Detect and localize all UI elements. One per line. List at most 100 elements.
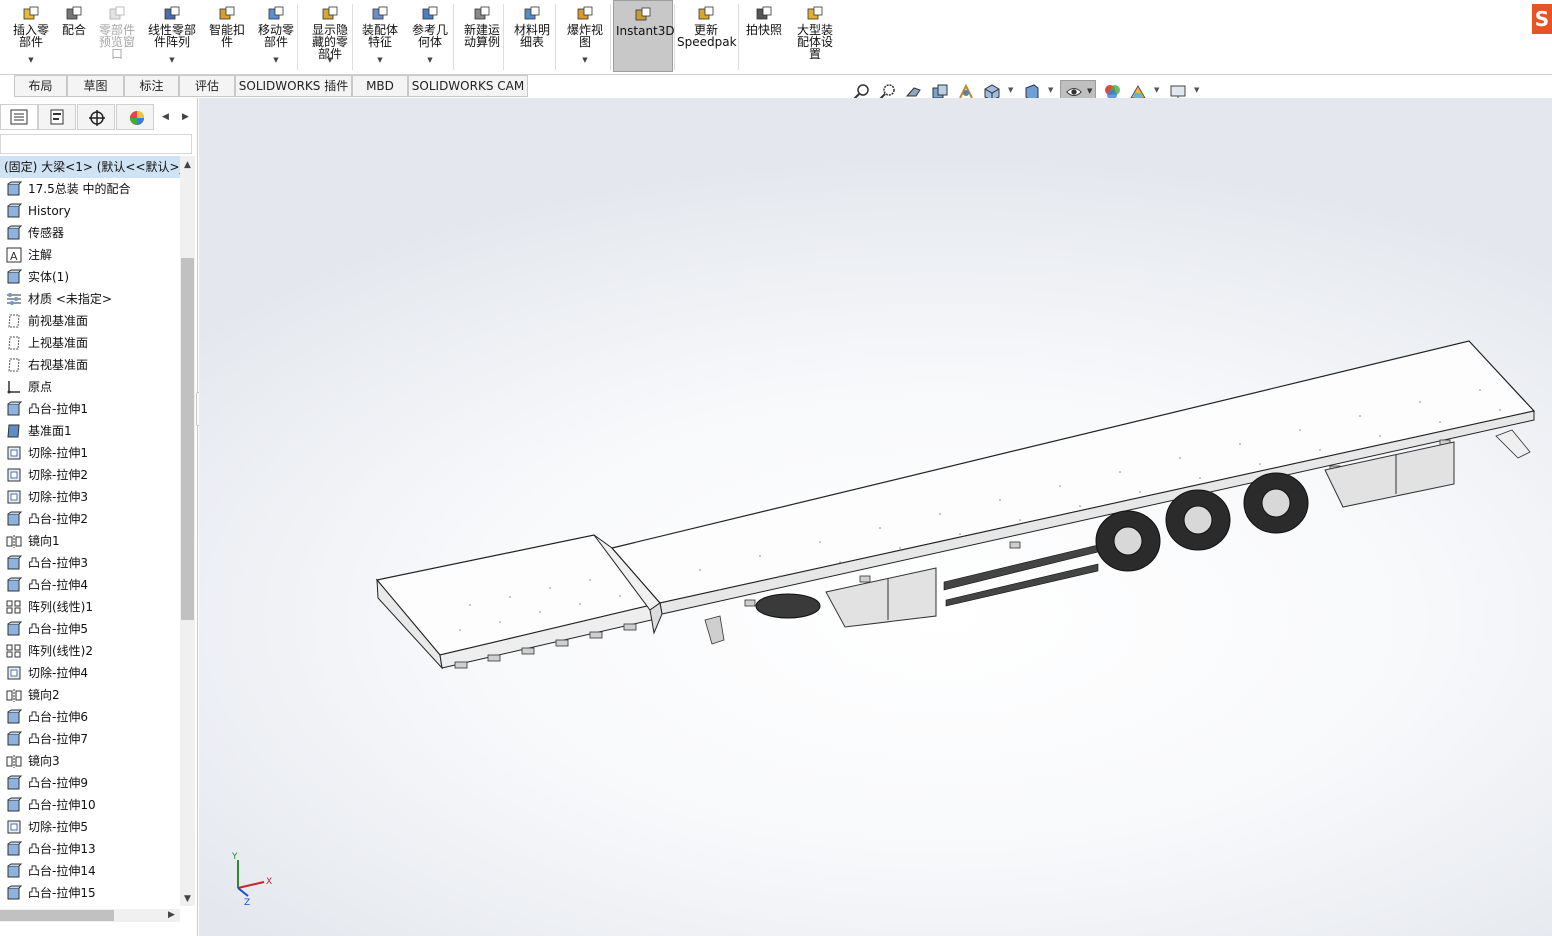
ribbon-separator [610, 4, 611, 70]
tree-node[interactable]: 传感器 [0, 222, 180, 244]
tree-node[interactable]: 阵列(线性)1 [0, 596, 180, 618]
tab-scroll-right-icon[interactable]: ▶ [182, 112, 189, 122]
tab-1[interactable]: 草图 [67, 75, 124, 97]
tree-node[interactable]: 镜向3 [0, 750, 180, 772]
snapshot-button[interactable]: 拍快照 [740, 0, 788, 72]
tree-node[interactable]: 切除-拉伸4 [0, 662, 180, 684]
tree-node[interactable]: 凸台-拉伸5 [0, 618, 180, 640]
move-component-dropdown-icon[interactable]: ▼ [273, 54, 278, 66]
tree-vertical-scroll-thumb[interactable] [181, 258, 194, 620]
view-orientation-dropdown-icon[interactable]: ▼ [1008, 86, 1013, 94]
linear-pattern-button[interactable]: 线性零部 件阵列 ▼ [142, 0, 202, 72]
tree-node[interactable]: 凸台-拉伸2 [0, 508, 180, 530]
tree-node[interactable]: 阵列(线性)2 [0, 640, 180, 662]
boss-extrude-icon [7, 863, 22, 878]
tree-node[interactable]: 切除-拉伸2 [0, 464, 180, 486]
instant3d-button[interactable]: Instant3D [613, 0, 675, 72]
assembly-features-button[interactable]: 装配体 特征 ▼ [356, 0, 404, 72]
tab-5[interactable]: MBD [352, 75, 408, 97]
tree-node[interactable]: History [0, 200, 180, 222]
tree-node-label: 17.5总装 中的配合 [28, 182, 131, 196]
configuration-manager-tab[interactable] [77, 104, 115, 130]
boss-extrude-icon [7, 775, 22, 790]
tree-node[interactable]: 原点 [0, 376, 180, 398]
display-style-dropdown-icon[interactable]: ▼ [1048, 86, 1053, 94]
insert-part-dropdown-icon[interactable]: ▼ [28, 54, 33, 66]
tree-node[interactable]: 基准面1 [0, 420, 180, 442]
linear-pattern-icon [164, 6, 180, 20]
tree-node[interactable]: 凸台-拉伸14 [0, 860, 180, 882]
move-component-button[interactable]: 移动零 部件 ▼ [252, 0, 300, 72]
display-manager-tab[interactable] [116, 104, 154, 130]
tree-node-label: 凸台-拉伸3 [28, 556, 88, 570]
reference-geometry-button[interactable]: 参考几 何体 ▼ [405, 0, 455, 72]
mate-label: 配合 [61, 23, 86, 37]
tree-node[interactable]: 切除-拉伸1 [0, 442, 180, 464]
tree-node-label: 凸台-拉伸15 [28, 886, 96, 900]
tree-node[interactable]: 镜向1 [0, 530, 180, 552]
tab-6[interactable]: SOLIDWORKS CAM [408, 75, 528, 97]
linear-pattern-icon [6, 600, 21, 614]
trailer-3d-model[interactable] [199, 98, 1552, 936]
tree-node[interactable]: 实体(1) [0, 266, 180, 288]
component-preview-button[interactable]: 零部件 预览窗 口 [94, 0, 140, 72]
exploded-view-button[interactable]: 爆炸视 图 ▼ [560, 0, 610, 72]
triad-x-label: X [266, 877, 272, 887]
tree-node[interactable]: 17.5总装 中的配合 [0, 178, 180, 200]
scroll-down-icon[interactable]: ▼ [184, 894, 191, 904]
graphics-area[interactable] [199, 98, 1552, 936]
tree-node[interactable]: A 注解 [0, 244, 180, 266]
tree-node[interactable]: 凸台-拉伸13 [0, 838, 180, 860]
tab-2[interactable]: 标注 [124, 75, 179, 97]
reference-geometry-dropdown-icon[interactable]: ▼ [427, 54, 432, 66]
assembly-features-dropdown-icon[interactable]: ▼ [377, 54, 382, 66]
show-hidden-dropdown-icon[interactable]: ▼ [327, 54, 332, 66]
tree-node[interactable]: 凸台-拉伸15 [0, 882, 180, 904]
tree-root-node[interactable]: (固定) 大梁<1> (默认<<默认>_ [0, 156, 180, 178]
tree-node[interactable]: 材质 <未指定> [0, 288, 180, 310]
tree-node-label: 切除-拉伸2 [28, 468, 88, 482]
smart-fastener-button[interactable]: 智能扣 件 [204, 0, 250, 72]
exploded-view-dropdown-icon[interactable]: ▼ [582, 54, 587, 66]
tree-node[interactable]: 右视基准面 [0, 354, 180, 376]
bom-button[interactable]: 材料明 细表 [507, 0, 557, 72]
property-manager-tab[interactable] [38, 104, 76, 130]
tree-horizontal-scroll-thumb[interactable] [0, 910, 114, 921]
tree-node[interactable]: 凸台-拉伸3 [0, 552, 180, 574]
insert-part-button[interactable]: 插入零 部件 ▼ [6, 0, 56, 72]
tree-node[interactable]: 凸台-拉伸7 [0, 728, 180, 750]
apply-scene-dropdown-icon[interactable]: ▼ [1154, 86, 1159, 94]
tree-filter-input[interactable] [0, 134, 192, 154]
tree-node[interactable]: 凸台-拉伸10 [0, 794, 180, 816]
show-hidden-button[interactable]: 显示隐 藏的零 部件 ▼ [305, 0, 355, 72]
scroll-right-icon[interactable]: ▶ [168, 910, 175, 920]
mate-button[interactable]: 配合 [56, 0, 92, 72]
tab-4[interactable]: SOLIDWORKS 插件 [235, 75, 352, 97]
tree-node[interactable]: 镜向2 [0, 684, 180, 706]
tree-node[interactable]: 上视基准面 [0, 332, 180, 354]
tree-node[interactable]: 前视基准面 [0, 310, 180, 332]
motion-study-icon [474, 6, 490, 20]
tree-node[interactable]: 凸台-拉伸6 [0, 706, 180, 728]
view-settings-dropdown-icon[interactable]: ▼ [1194, 86, 1199, 94]
new-motion-study-button[interactable]: 新建运 动算例 [458, 0, 506, 72]
linear-pattern-dropdown-icon[interactable]: ▼ [169, 54, 174, 66]
tree-node-label: 传感器 [28, 226, 65, 240]
feature-manager-tab[interactable] [0, 104, 38, 130]
tab-0[interactable]: 布局 [14, 75, 67, 97]
tab-scroll-left-icon[interactable]: ◀ [162, 112, 169, 122]
scroll-up-icon[interactable]: ▲ [184, 160, 191, 170]
update-speedpak-button[interactable]: 更新 Speedpak [675, 0, 737, 72]
plane-icon [8, 336, 20, 350]
large-assembly-button[interactable]: 大型装 配体设 置 [789, 0, 841, 72]
tab-3[interactable]: 评估 [179, 75, 235, 97]
tree-node[interactable]: 切除-拉伸5 [0, 816, 180, 838]
tree-node-label: 注解 [28, 248, 53, 262]
tree-node[interactable]: 切除-拉伸3 [0, 486, 180, 508]
tree-node[interactable]: 凸台-拉伸4 [0, 574, 180, 596]
tree-node-label: 切除-拉伸5 [28, 820, 88, 834]
tree-node[interactable]: 凸台-拉伸1 [0, 398, 180, 420]
update-speedpak-label: 更新 Speedpak [677, 23, 737, 49]
tree-node[interactable]: 凸台-拉伸9 [0, 772, 180, 794]
triad-y-label: Y [231, 852, 238, 862]
